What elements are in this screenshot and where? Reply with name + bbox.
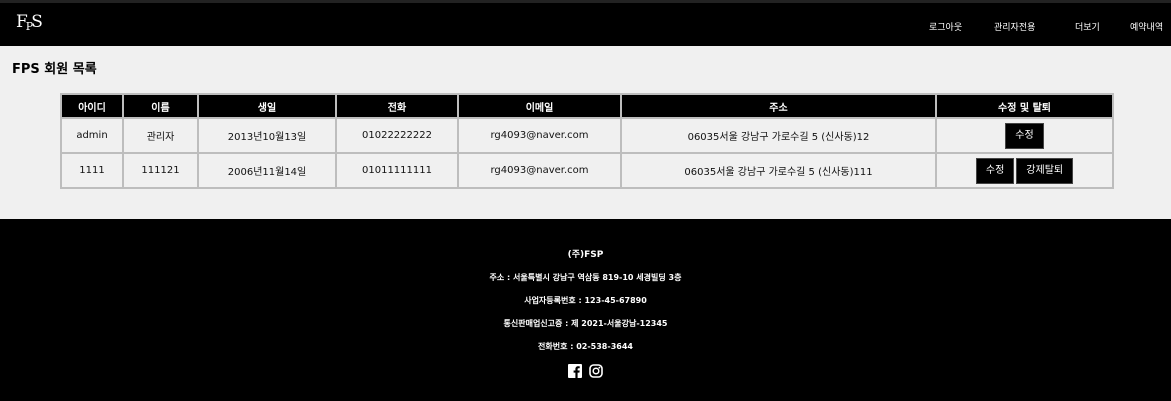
col-header-email: 이메일 — [457, 93, 622, 119]
social-links — [0, 364, 1171, 380]
edit-button[interactable]: 수정 — [975, 157, 1015, 184]
nav-reservations[interactable]: 예약내역 — [1130, 20, 1163, 33]
cell-id: admin — [60, 117, 124, 154]
cell-actions: 수정 — [935, 117, 1114, 154]
logo-letter-f: F — [16, 12, 28, 32]
col-header-birth: 생일 — [197, 93, 337, 119]
fps-logo[interactable]: FPS — [16, 12, 43, 33]
cell-address: 06035서울 강남구 가로수길 5 (신사동)12 — [620, 117, 937, 154]
instagram-icon[interactable] — [589, 364, 603, 380]
footer-company: (주)FSP — [567, 250, 604, 260]
footer-phone: 전화번호 : 02-538-3644 — [538, 342, 633, 351]
cell-phone: 01022222222 — [335, 117, 459, 154]
cell-birth: 2013년10월13일 — [197, 117, 337, 154]
logo-letter-s: S — [31, 12, 43, 32]
footer-mail-order-registration: 통신판매업신고증 : 제 2021-서울강남-12345 — [503, 319, 668, 328]
col-header-name: 이름 — [122, 93, 199, 119]
footer-business-number: 사업자등록번호 : 123-45-67890 — [524, 296, 647, 305]
cell-actions: 수정 강제탈퇴 — [935, 152, 1114, 189]
nav-logout[interactable]: 로그아웃 — [929, 20, 962, 33]
cell-name: 111121 — [122, 152, 199, 189]
cell-id: 1111 — [60, 152, 124, 189]
edit-button[interactable]: 수정 — [1005, 122, 1044, 149]
cell-email: rg4093@naver.com — [457, 152, 622, 189]
nav-more[interactable]: 더보기 — [1075, 20, 1100, 33]
nav-admin[interactable]: 관리자전용 — [994, 20, 1035, 33]
main-content: FPS 회원 목록 아이디 이름 생일 전화 이메일 주소 수정 및 탈퇴 ad… — [0, 46, 1171, 219]
col-header-id: 아이디 — [60, 93, 124, 119]
table-header-row: 아이디 이름 생일 전화 이메일 주소 수정 및 탈퇴 — [60, 93, 1114, 119]
cell-email: rg4093@naver.com — [457, 117, 622, 154]
cell-phone: 01011111111 — [335, 152, 459, 189]
force-delete-button[interactable]: 강제탈퇴 — [1016, 157, 1074, 184]
member-table: 아이디 이름 생일 전화 이메일 주소 수정 및 탈퇴 admin 관리자 20… — [60, 93, 1114, 189]
footer: (주)FSP 주소 : 서울특별시 강남구 역삼동 819-10 세경빌딩 3층… — [0, 219, 1171, 398]
col-header-phone: 전화 — [335, 93, 459, 119]
page-title: FPS 회원 목록 — [12, 62, 97, 77]
table-row: 1111 111121 2006년11월14일 01011111111 rg40… — [60, 152, 1114, 189]
facebook-icon[interactable] — [568, 364, 583, 380]
col-header-address: 주소 — [620, 93, 937, 119]
footer-address: 주소 : 서울특별시 강남구 역삼동 819-10 세경빌딩 3층 — [489, 273, 682, 282]
table-row: admin 관리자 2013년10월13일 01022222222 rg4093… — [60, 117, 1114, 154]
cell-name: 관리자 — [122, 117, 199, 154]
cell-address: 06035서울 강남구 가로수길 5 (신사동)111 — [620, 152, 937, 189]
col-header-actions: 수정 및 탈퇴 — [935, 93, 1114, 119]
top-nav-bar: FPS 로그아웃 관리자전용 더보기 예약내역 — [0, 0, 1171, 46]
cell-birth: 2006년11월14일 — [197, 152, 337, 189]
